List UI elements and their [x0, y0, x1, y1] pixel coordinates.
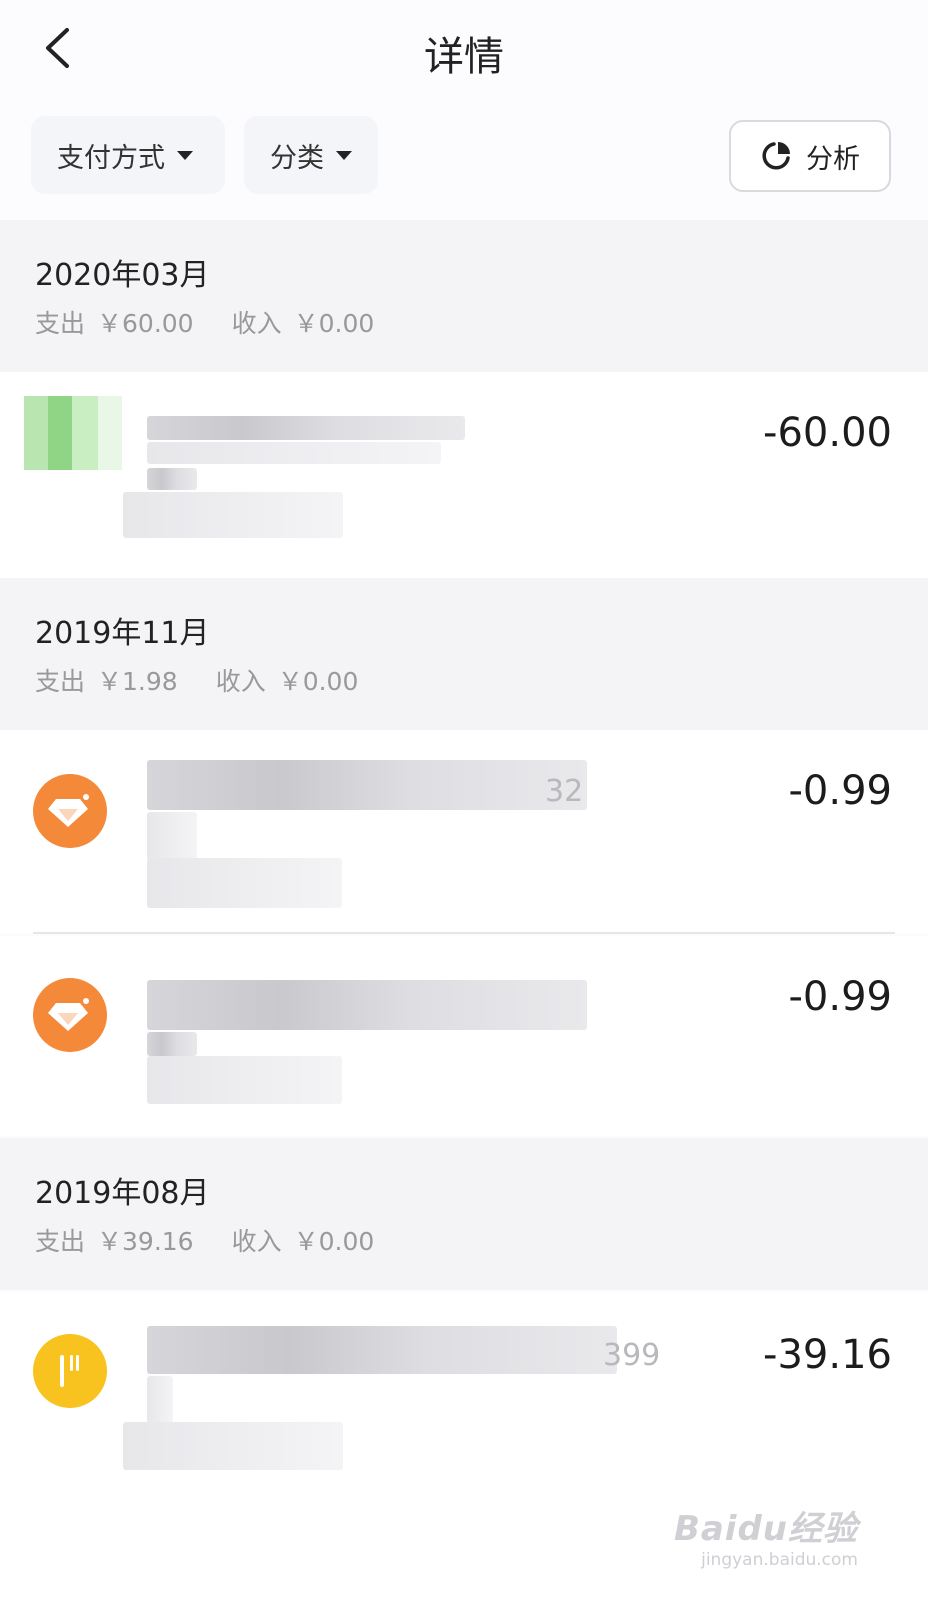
blurred-time: [123, 492, 343, 538]
blurred-title: [147, 416, 465, 440]
watermark-logo: Baidu经验: [673, 1509, 858, 1549]
diamond-icon: [33, 774, 107, 848]
blurred-title: [147, 468, 197, 490]
caret-down-icon: [336, 150, 352, 160]
blurred-title: [147, 1326, 617, 1374]
blurred-subtitle: [147, 812, 197, 860]
month-header: 2020年03月 支出 ￥60.00 收入 ￥0.00: [0, 220, 928, 372]
blurred-time: [123, 1422, 343, 1470]
income-amount: ￥0.00: [277, 667, 359, 696]
pie-chart-icon: [762, 142, 790, 170]
row-divider: [33, 932, 895, 934]
category-label: 分类: [270, 142, 324, 174]
watermark-url: jingyan.baidu.com: [701, 1550, 858, 1570]
page-title: 详情: [424, 34, 504, 80]
transaction-row[interactable]: -0.99: [0, 936, 928, 1136]
month-title: 2019年11月: [35, 616, 210, 651]
analyze-button[interactable]: 分析: [729, 120, 891, 192]
filter-bar: 支付方式 分类 分析: [0, 116, 928, 196]
payment-method-label: 支付方式: [57, 142, 165, 174]
category-dropdown[interactable]: 分类: [244, 116, 378, 194]
month-summary: 支出 ￥39.16 收入 ￥0.00: [35, 1222, 374, 1258]
income-label: 收入: [231, 309, 282, 338]
month-title: 2020年03月: [35, 258, 210, 293]
transaction-row[interactable]: 32 -0.99: [0, 730, 928, 934]
transaction-amount: -60.00: [763, 410, 892, 456]
caret-down-icon: [177, 150, 193, 160]
blurred-subtitle: [147, 1032, 197, 1056]
income-amount: ￥0.00: [293, 309, 375, 338]
nav-bar: 详情: [0, 0, 928, 96]
blurred-title: [147, 980, 587, 1030]
transaction-fragment: 32: [545, 774, 584, 809]
transaction-fragment: 399: [603, 1338, 661, 1373]
blurred-time: [147, 858, 342, 908]
income-label: 收入: [231, 1227, 282, 1256]
transaction-amount: -39.16: [763, 1332, 892, 1378]
month-header: 2019年11月 支出 ￥1.98 收入 ￥0.00: [0, 578, 928, 730]
payment-method-dropdown[interactable]: 支付方式: [31, 116, 225, 194]
watermark: Baidu经验 jingyan.baidu.com: [674, 1501, 858, 1570]
expense-amount: ￥39.16: [97, 1227, 194, 1256]
transaction-amount: -0.99: [788, 974, 893, 1020]
transaction-amount: -0.99: [788, 768, 893, 814]
expense-label: 支出: [35, 667, 86, 696]
analyze-label: 分析: [806, 143, 860, 175]
month-title: 2019年08月: [35, 1176, 210, 1211]
expense-amount: ￥60.00: [97, 309, 194, 338]
transaction-row[interactable]: -60.00: [0, 372, 928, 578]
income-label: 收入: [215, 667, 266, 696]
month-header: 2019年08月 支出 ￥39.16 收入 ￥0.00: [0, 1138, 928, 1290]
expense-label: 支出: [35, 309, 86, 338]
food-icon: [33, 1334, 107, 1408]
blurred-title: [147, 760, 587, 810]
diamond-icon: [33, 978, 107, 1052]
wechat-mosaic-icon: [24, 396, 122, 470]
blurred-subtitle: [147, 1376, 173, 1424]
expense-label: 支出: [35, 1227, 86, 1256]
month-summary: 支出 ￥1.98 收入 ￥0.00: [35, 662, 358, 698]
blurred-title: [147, 442, 441, 464]
month-summary: 支出 ￥60.00 收入 ￥0.00: [35, 304, 374, 340]
blurred-time: [147, 1056, 342, 1104]
income-amount: ￥0.00: [293, 1227, 375, 1256]
expense-amount: ￥1.98: [97, 667, 178, 696]
